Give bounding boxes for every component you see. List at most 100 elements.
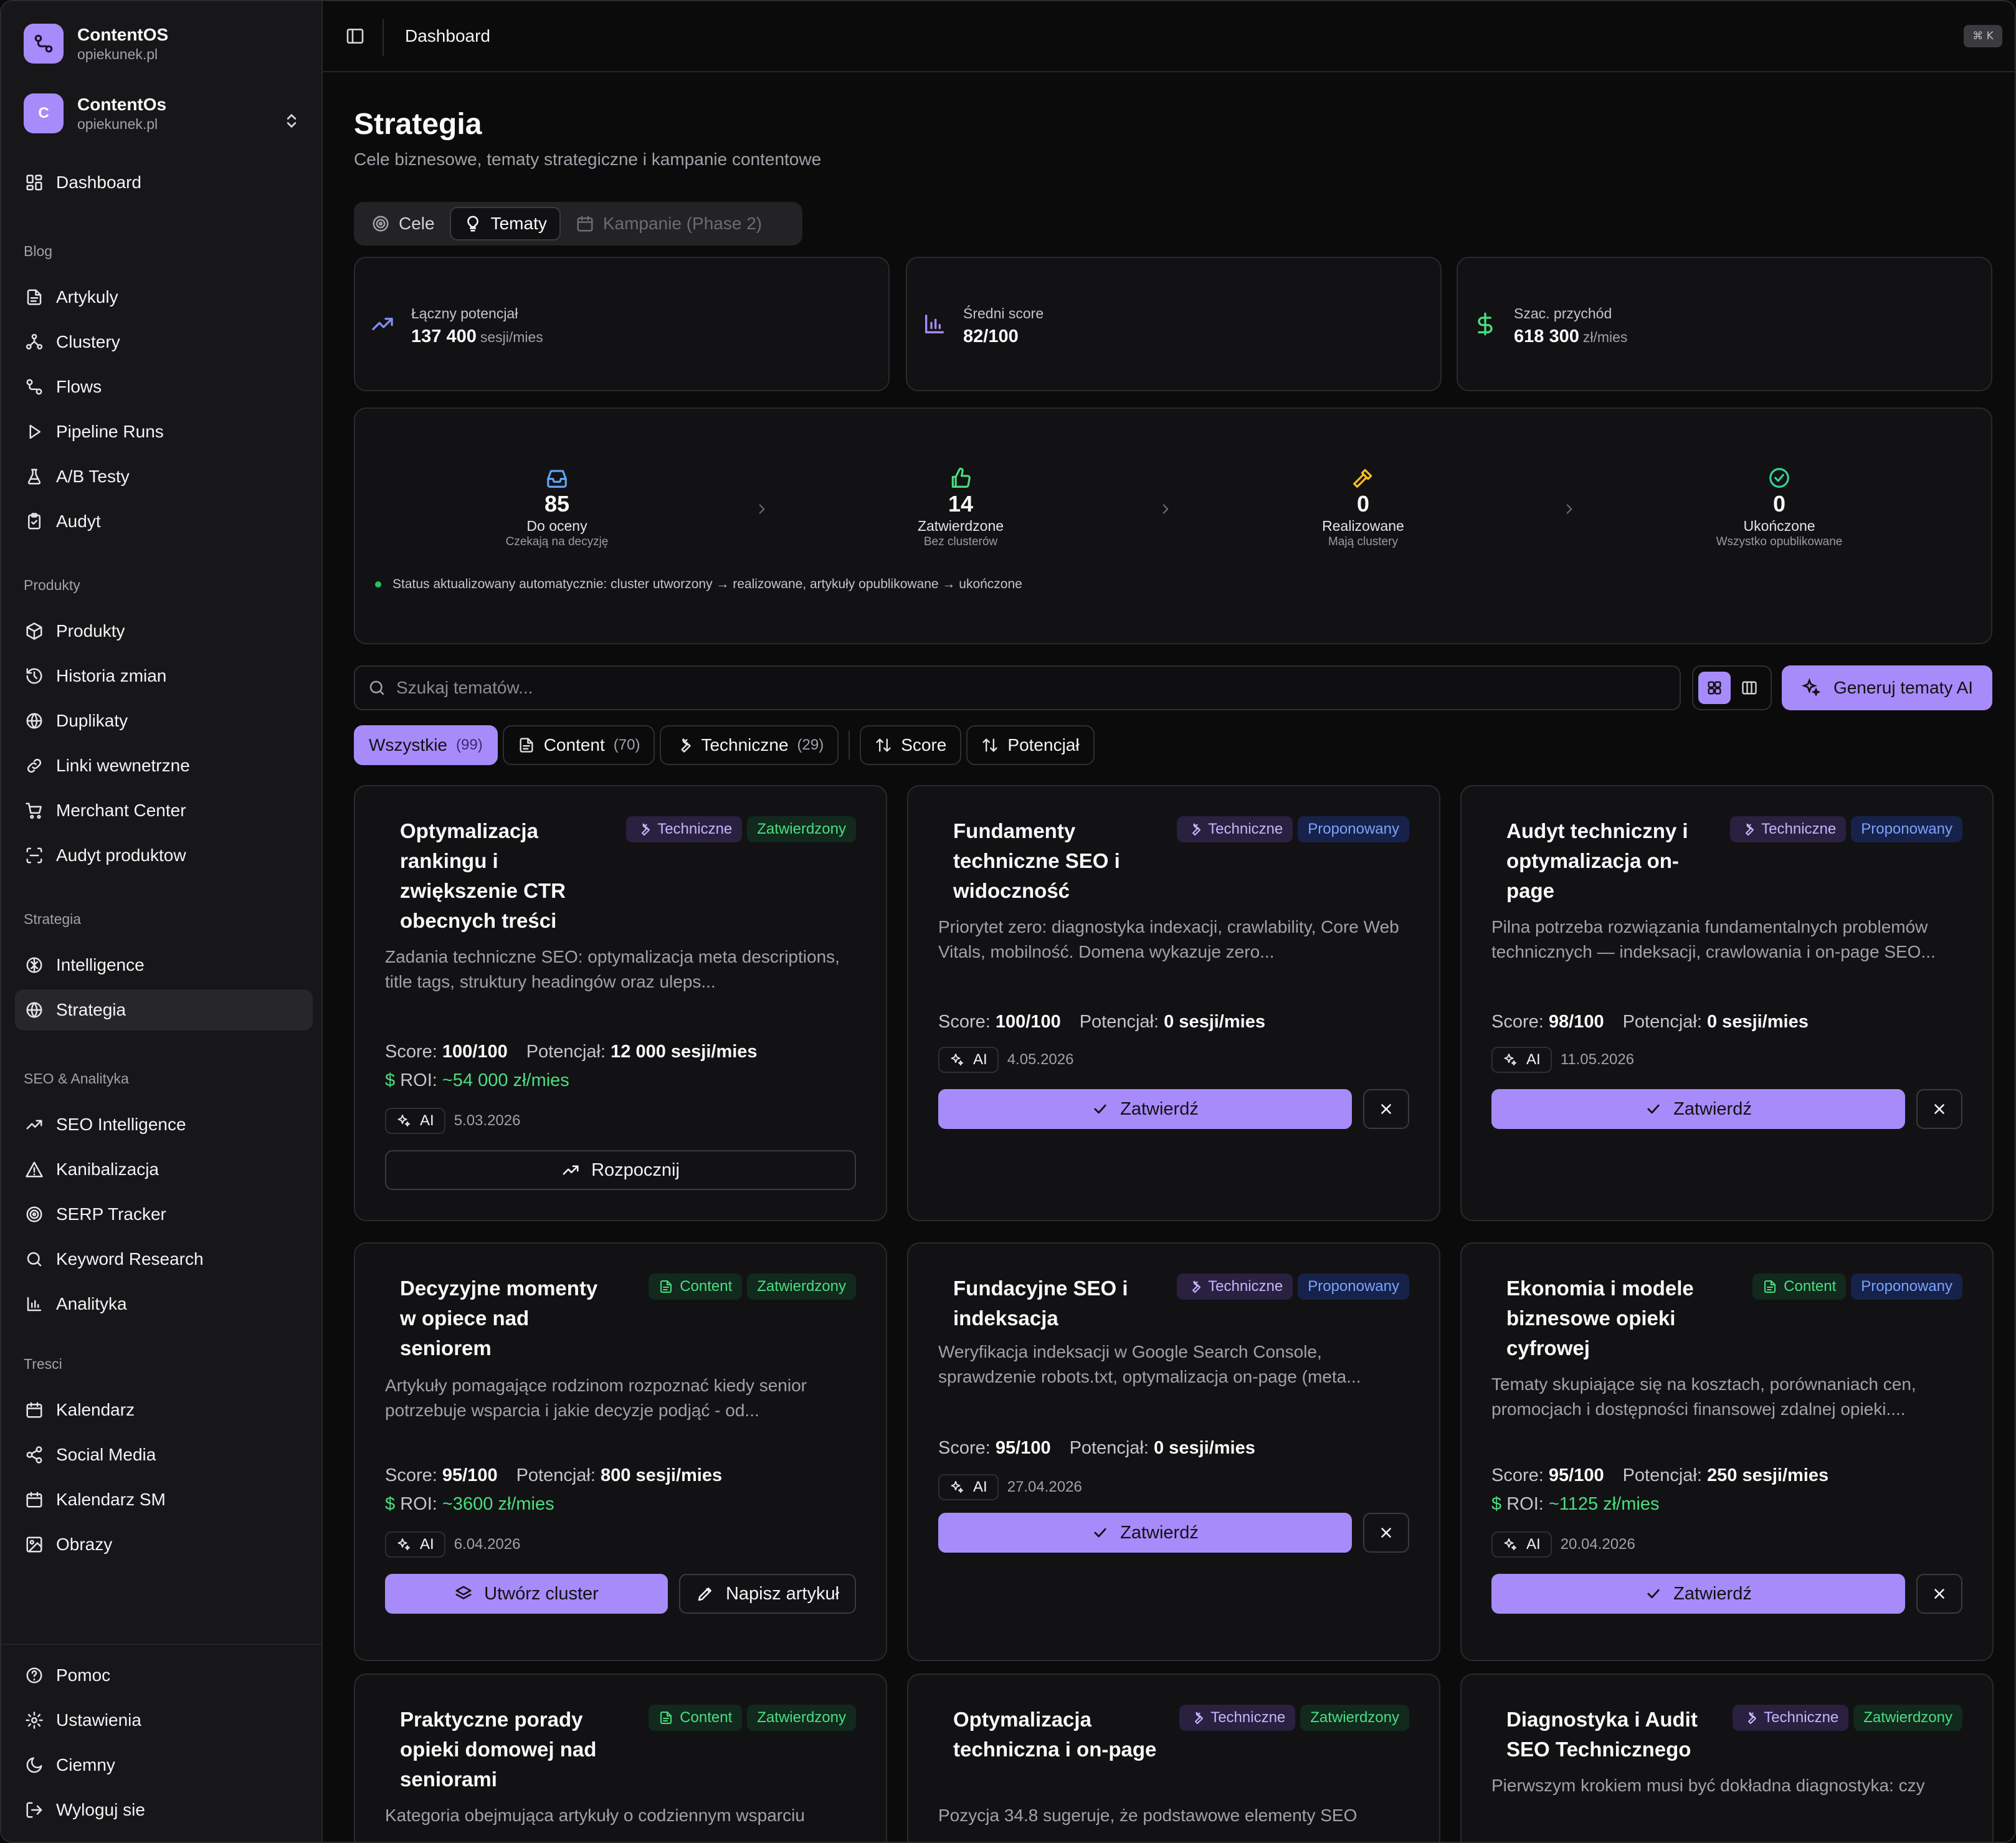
command-shortcut[interactable]: ⌘ K (1964, 25, 2002, 47)
close-icon (1381, 1104, 1391, 1114)
sidebar-item-social-media[interactable]: Social Media (15, 1434, 313, 1475)
topic-card[interactable]: Praktyczne porady opieki domowej nad sen… (354, 1674, 887, 1842)
stat-value: 82/100 (963, 326, 1019, 346)
sidebar-item-seo-intelligence[interactable]: SEO Intelligence (15, 1104, 313, 1145)
pipeline-step-ukonczone[interactable]: 0 Ukończone Wszystko opublikowane (1686, 465, 1873, 550)
sidebar-item-dashboard[interactable]: Dashboard (15, 162, 313, 203)
sidebar-item-merchant-center[interactable]: Merchant Center (15, 790, 313, 831)
sidebar-section-title: Strategia (24, 911, 82, 927)
approve-button[interactable]: Zatwierdź (1491, 1089, 1905, 1129)
sidebar-item-keyword-research[interactable]: Keyword Research (15, 1239, 313, 1280)
sidebar-item-ciemny[interactable]: Ciemny (15, 1745, 313, 1786)
sidebar-item-kalendarz[interactable]: Kalendarz (15, 1389, 313, 1431)
pipeline-name: Zatwierdzone (917, 518, 1004, 534)
sidebar-item-obrazy[interactable]: Obrazy (15, 1524, 313, 1565)
sidebar-item-label: Linki wewnetrzne (56, 756, 190, 775)
start-button[interactable]: Rozpocznij (385, 1150, 856, 1190)
topic-card[interactable]: Fundamenty techniczne SEO i widoczność T… (907, 785, 1440, 1221)
reject-button[interactable] (1916, 1089, 1962, 1129)
topic-card[interactable]: Diagnostyka i Audit SEO Technicznego Tec… (1460, 1674, 1994, 1842)
sidebar-item-linki-wewnetrzne[interactable]: Linki wewnetrzne (15, 745, 313, 786)
sidebar-item-produkty[interactable]: Produkty (15, 611, 313, 652)
filter-techniczne[interactable]: Techniczne (29) (660, 725, 839, 765)
status-dot-icon (375, 581, 381, 588)
topic-card[interactable]: Ekonomia i modele biznesowe opieki cyfro… (1460, 1242, 1994, 1661)
sidebar-item-audyt[interactable]: Audyt (15, 501, 313, 542)
filter-wszystkie[interactable]: Wszystkie (99) (354, 725, 498, 765)
topic-card[interactable]: Optymalizacja techniczna i on-page Techn… (907, 1674, 1440, 1842)
workspace-brand[interactable]: ContentOS opiekunek.pl (24, 24, 168, 64)
reject-button[interactable] (1916, 1574, 1962, 1614)
sidebar-item-intelligence[interactable]: Intelligence (15, 945, 313, 986)
sidebar-item-kanibalizacja[interactable]: Kanibalizacja (15, 1149, 313, 1190)
sidebar-item-clustery[interactable]: Clustery (15, 321, 313, 363)
topic-card[interactable]: Decyzyjne momenty w opiece nad seniorem … (354, 1242, 887, 1661)
sort-score[interactable]: Score (860, 725, 962, 765)
reject-button[interactable] (1363, 1089, 1409, 1129)
type-badge: Techniczne (1177, 816, 1293, 842)
sidebar-item-a-b-testy[interactable]: A/B Testy (15, 456, 313, 497)
filter-content[interactable]: Content (70) (502, 725, 655, 765)
grid-view-button[interactable] (1698, 672, 1731, 704)
approve-button[interactable]: Zatwierdź (938, 1089, 1352, 1129)
status-badge: Zatwierdzony (747, 1274, 856, 1300)
topbar-divider (383, 19, 384, 56)
reject-button[interactable] (1363, 1513, 1409, 1553)
sidebar-item-pipeline-runs[interactable]: Pipeline Runs (15, 411, 313, 452)
search-input[interactable] (396, 678, 1580, 698)
account-switcher[interactable]: C ContentOs opiekunek.pl (24, 93, 166, 133)
topic-card[interactable]: Fundacyjne SEO i indeksacja Techniczne P… (907, 1242, 1440, 1661)
breadcrumb[interactable]: Dashboard (405, 26, 490, 46)
approve-button[interactable]: Zatwierdź (938, 1513, 1352, 1553)
topic-description: Tematy skupiające się na kosztach, porów… (1491, 1374, 1916, 1419)
topic-description: Pozycja 34.8 sugeruje, że podstawowe ele… (938, 1806, 1357, 1825)
sidebar-item-flows[interactable]: Flows (15, 366, 313, 407)
tab-cele[interactable]: Cele (359, 207, 447, 240)
sidebar-item-artykuly[interactable]: Artykuly (15, 277, 313, 318)
sidebar-divider (1, 1644, 321, 1645)
topic-card[interactable]: Audyt techniczny i optymalizacja on-page… (1460, 785, 1994, 1221)
pipeline-step-do-oceny[interactable]: 85 Do oceny Czekają na decyzję (464, 465, 650, 550)
workspace-logo-icon (24, 24, 64, 64)
sidebar-item-serp-tracker[interactable]: SERP Tracker (15, 1194, 313, 1235)
sidebar-item-kalendarz-sm[interactable]: Kalendarz SM (15, 1479, 313, 1520)
tab-tematy[interactable]: Tematy (449, 207, 561, 240)
topic-score: 95/100 (442, 1465, 498, 1485)
sidebar-item-pomoc[interactable]: Pomoc (15, 1655, 313, 1696)
pipeline-step-realizowane[interactable]: 0 Realizowane Mają clustery (1270, 465, 1457, 550)
sort-potencjal[interactable]: Potencjał (966, 725, 1095, 765)
sidebar-item-ustawienia[interactable]: Ustawienia (15, 1700, 313, 1741)
sidebar-section-title: Produkty (24, 577, 80, 593)
sidebar-item-label: Wyloguj sie (56, 1800, 145, 1819)
sidebar-item-label: Intelligence (56, 955, 145, 974)
bar-chart-icon (27, 1297, 42, 1312)
topic-meta: AI 6.04.2026 (385, 1531, 520, 1558)
sort-label: Potencjał (1007, 735, 1080, 755)
sidebar-item-historia-zmian[interactable]: Historia zmian (15, 655, 313, 697)
sidebar-item-label: Pipeline Runs (56, 422, 164, 441)
sidebar-item-duplikaty[interactable]: Duplikaty (15, 700, 313, 741)
topic-title: Fundacyjne SEO i indeksacja (953, 1277, 1128, 1330)
kanban-view-button[interactable] (1733, 672, 1766, 704)
topic-date: 27.04.2026 (1007, 1479, 1082, 1495)
write-article-button[interactable]: Napisz artykuł (679, 1574, 856, 1614)
warning-icon (26, 1161, 43, 1178)
calendar-icon (26, 1402, 42, 1418)
sidebar-item-strategia[interactable]: Strategia (15, 989, 313, 1031)
approve-button[interactable]: Zatwierdź (1491, 1574, 1905, 1614)
topic-score-line: Score: 95/100 Potencjał: 250 sesji/mies (1491, 1465, 1829, 1485)
dashboard-icon (26, 174, 42, 191)
sidebar-item-wyloguj-sie[interactable]: Wyloguj sie (15, 1789, 313, 1831)
pipeline-step-zatwierdzone[interactable]: 14 Zatwierdzone Bez clusterów (867, 465, 1054, 550)
search-box[interactable] (354, 665, 1681, 710)
sidebar-item-audyt-produktow[interactable]: Audyt produktow (15, 835, 313, 876)
pipeline-count: 85 (544, 491, 570, 517)
topic-date: 11.05.2026 (1560, 1051, 1635, 1068)
generate-topics-button[interactable]: Generuj tematy AI (1782, 665, 1992, 710)
topic-card[interactable]: Optymalizacja rankingu i zwiększenie CTR… (354, 785, 887, 1221)
create-cluster-button[interactable]: Utwórz cluster (385, 1574, 668, 1614)
status-badge: Proponowany (1298, 1274, 1409, 1300)
sidebar-toggle-icon[interactable] (345, 26, 365, 46)
chevron-up-down-icon[interactable] (283, 112, 300, 130)
sidebar-item-analityka[interactable]: Analityka (15, 1283, 313, 1325)
